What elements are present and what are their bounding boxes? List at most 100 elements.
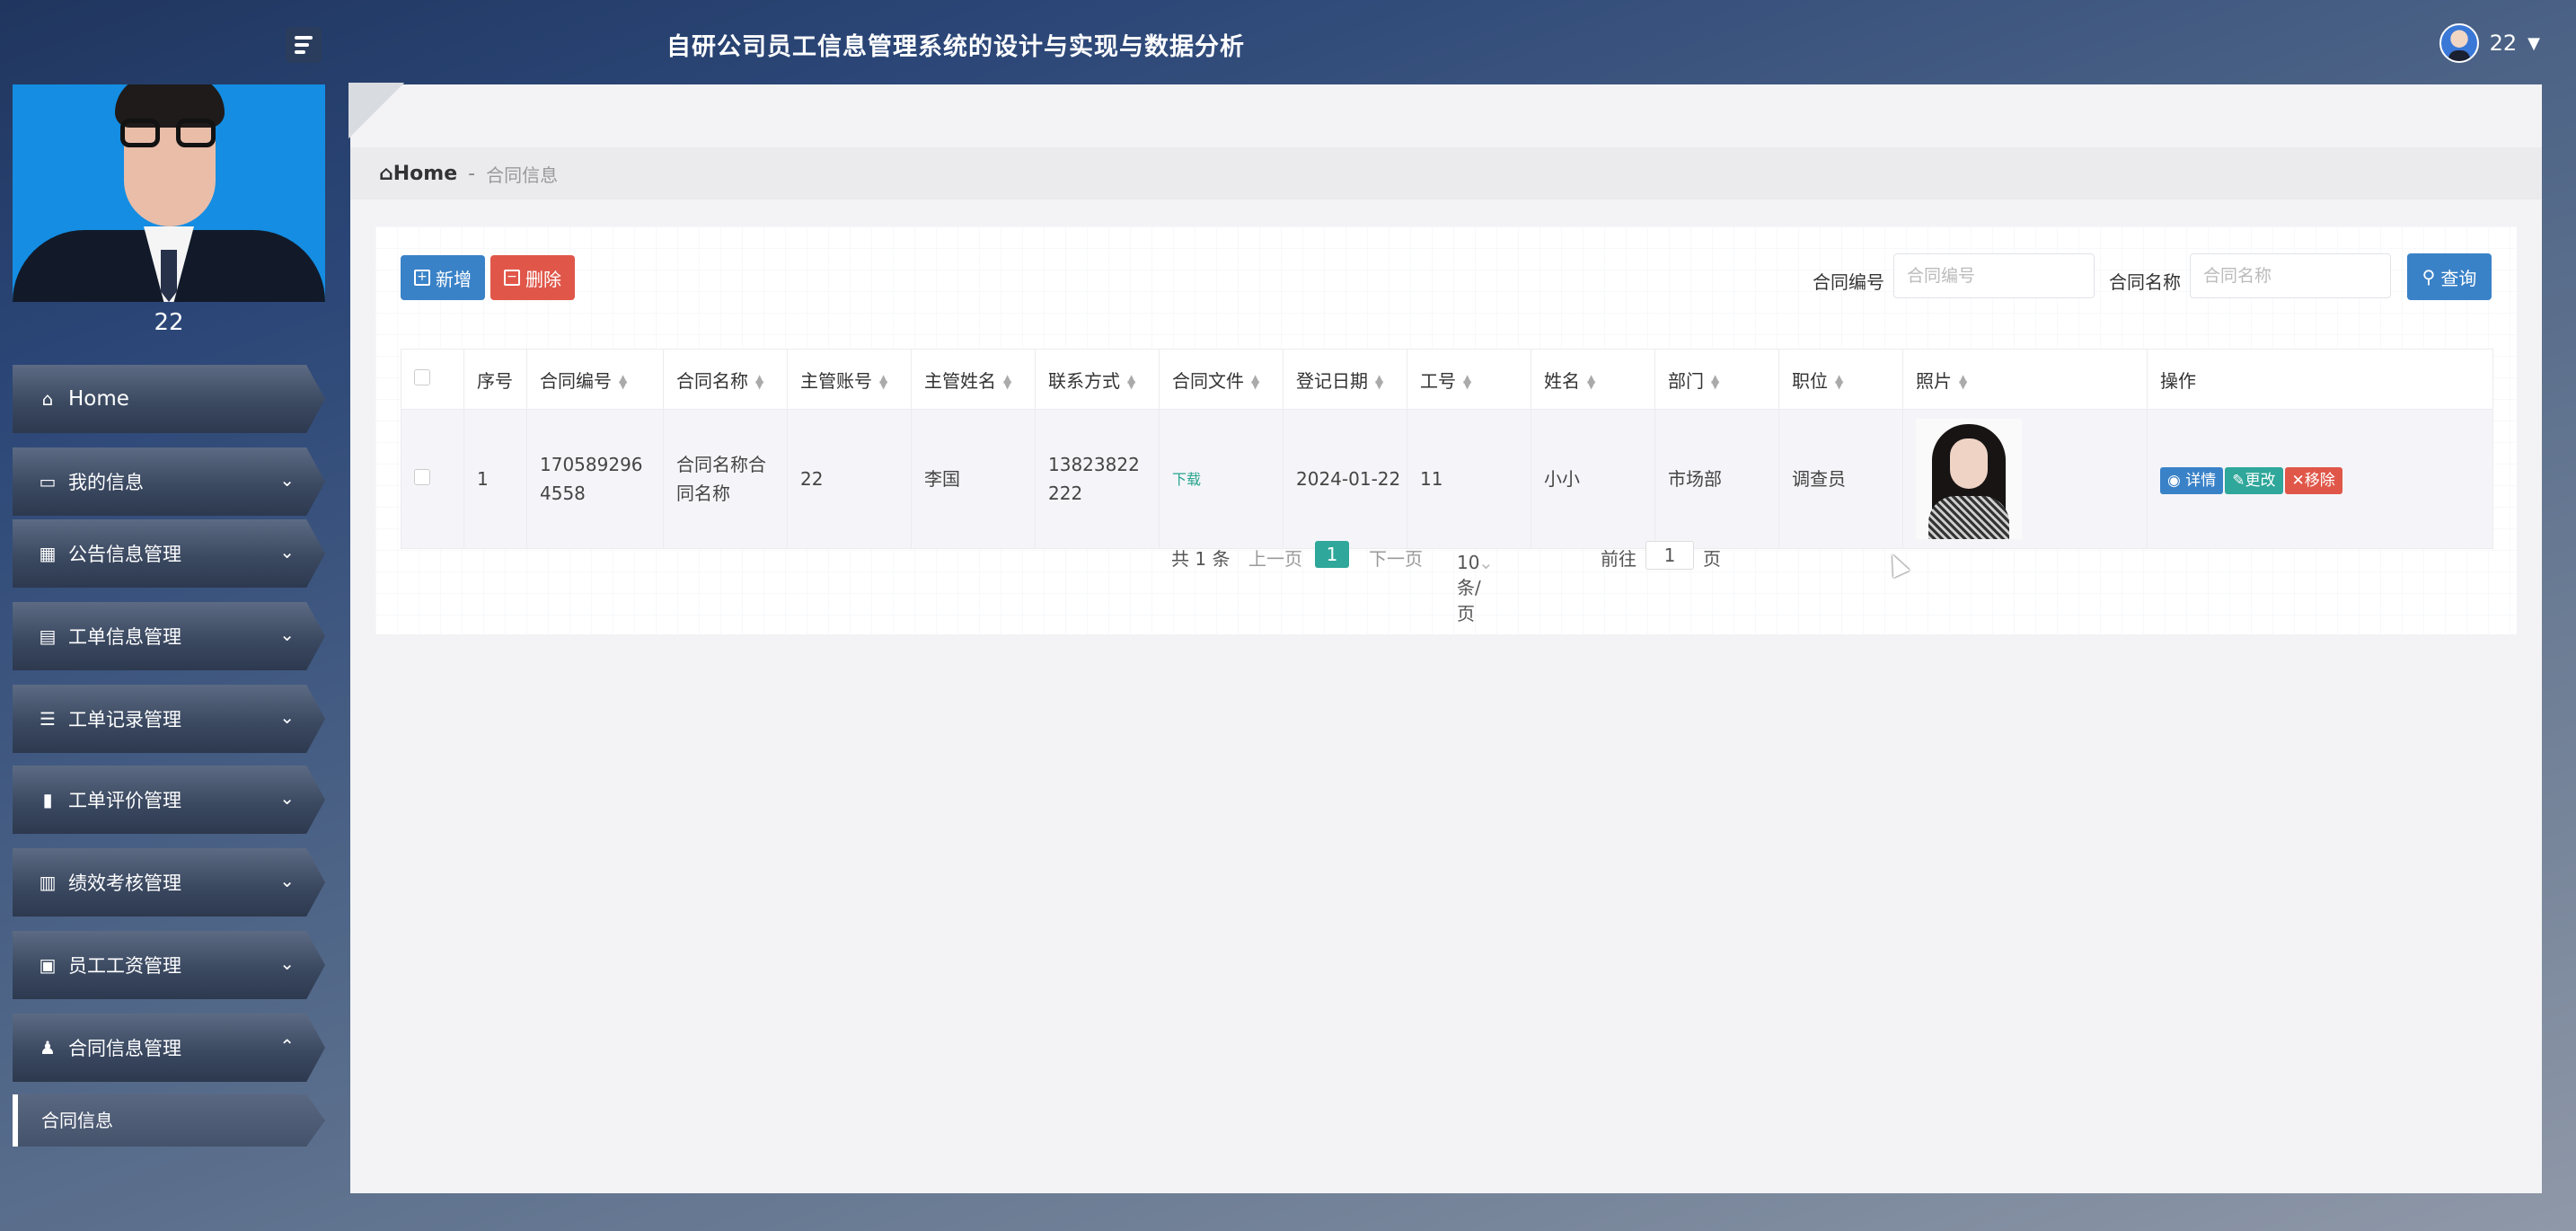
download-link[interactable]: 下载 — [1172, 471, 1201, 488]
sidebar-item-label: 我的信息 — [68, 472, 144, 493]
goto-label: 前往 — [1601, 548, 1636, 570]
sidebar-item-notice[interactable]: ▦ 公告信息管理 ⌄ — [13, 519, 325, 588]
query-button[interactable]: ⚲ 查询 — [2407, 253, 2492, 300]
plus-square-icon: + — [414, 270, 430, 286]
main-content: ⌂Home - 合同信息 + 新增 − 删除 合同编号 合同编号 合同名称 合同… — [348, 83, 2542, 1193]
sort-icon: ▲ ▼ — [1003, 372, 1012, 391]
cell-manager-name: 李国 — [911, 409, 1036, 549]
search-icon: ⚲ — [2422, 266, 2436, 288]
sidebar-item-performance[interactable]: ▥ 绩效考核管理 ⌄ — [13, 848, 325, 917]
sidebar-item-label: 工单记录管理 — [68, 709, 181, 731]
prev-page-button[interactable]: 上一页 — [1248, 545, 1302, 571]
sidebar-item-label: Home — [68, 387, 129, 411]
contract-name-input[interactable]: 合同名称 — [2190, 253, 2391, 298]
select-all-checkbox[interactable] — [401, 349, 464, 410]
user-icon: ♟ — [40, 1037, 56, 1058]
goto-page-input[interactable]: 1 — [1645, 541, 1694, 570]
cell-contract-no: 1705892964558 — [526, 409, 664, 549]
sidebar: 22 ⌂ Home ▭ 我的信息 ⌄ ▦ 公告信息管理 ⌄ ▤ 工单信息管理 ⌄… — [0, 84, 341, 1231]
col-manager-name[interactable]: 主管姓名 ▲ ▼ — [911, 349, 1036, 410]
col-contact[interactable]: 联系方式 ▲ ▼ — [1035, 349, 1160, 410]
row-checkbox[interactable] — [401, 409, 464, 549]
sidebar-item-my-info[interactable]: ▭ 我的信息 ⌄ — [13, 447, 325, 516]
wallet-icon: ▣ — [39, 954, 57, 976]
app-title: 自研公司员工信息管理系统的设计与实现与数据分析 — [666, 33, 1245, 61]
cell-emp-no: 11 — [1407, 409, 1531, 549]
col-file[interactable]: 合同文件 ▲ ▼ — [1159, 349, 1284, 410]
book-icon: ▮ — [42, 789, 53, 810]
cell-date: 2024-01-22 — [1283, 409, 1407, 549]
col-contract-name[interactable]: 合同名称 ▲ ▼ — [663, 349, 788, 410]
home-icon: ⌂ — [41, 388, 54, 410]
contract-table: 序号 合同编号 ▲ ▼ 合同名称 ▲ ▼ 主管账号 ▲ ▼ 主管姓名 ▲ ▼ 联系方式 ▲ ▼ 合同… — [401, 349, 2493, 549]
chevron-down-icon: ⌄ — [279, 952, 295, 974]
bar-chart-icon: ▥ — [39, 872, 57, 893]
profile-photo — [13, 84, 325, 302]
cell-dept: 市场部 — [1654, 409, 1779, 549]
cell-photo — [1902, 409, 2148, 549]
sidebar-item-workorder-review[interactable]: ▮ 工单评价管理 ⌄ — [13, 766, 325, 834]
pagination-total: 共 1 条 — [1171, 548, 1231, 570]
sidebar-item-label: 合同信息管理 — [68, 1038, 181, 1059]
col-actions: 操作 — [2147, 349, 2493, 410]
contract-no-input[interactable]: 合同编号 — [1893, 253, 2095, 298]
breadcrumb-home[interactable]: ⌂Home — [379, 163, 457, 185]
cell-index: 1 — [463, 409, 527, 549]
contract-no-label: 合同编号 — [1813, 271, 1884, 293]
profile-name: 22 — [154, 309, 184, 336]
grid-icon: ▦ — [39, 543, 57, 564]
cell-file: 下载 — [1159, 409, 1284, 549]
close-icon: ✕ — [2291, 471, 2305, 490]
sidebar-subitem-contract-info[interactable]: 合同信息 — [13, 1094, 325, 1147]
col-photo[interactable]: 照片 ▲ ▼ — [1902, 349, 2148, 410]
col-date[interactable]: 登记日期 ▲ ▼ — [1283, 349, 1407, 410]
contract-name-label: 合同名称 — [2109, 271, 2181, 293]
sidebar-item-home[interactable]: ⌂ Home — [13, 365, 325, 433]
user-name[interactable]: 22 — [2490, 31, 2518, 56]
chevron-down-icon: ⌄ — [279, 870, 295, 891]
home-icon: ⌂ — [379, 162, 393, 185]
edit-button[interactable]: ✎更改 — [2225, 466, 2283, 494]
eye-icon: ◉ — [2167, 471, 2181, 490]
sidebar-item-contract[interactable]: ♟ 合同信息管理 ⌃ — [13, 1014, 325, 1082]
col-index: 序号 — [463, 349, 527, 410]
cell-manager-account: 22 — [787, 409, 912, 549]
col-manager-account[interactable]: 主管账号 ▲ ▼ — [787, 349, 912, 410]
chevron-down-icon: ⌄ — [279, 706, 295, 728]
caret-down-icon[interactable]: ▼ — [2527, 34, 2540, 53]
clipboard-icon: ▤ — [39, 625, 57, 647]
breadcrumb: ⌂Home - 合同信息 — [350, 147, 2542, 199]
cell-position: 调查员 — [1778, 409, 1903, 549]
detail-button[interactable]: ◉ 详情 — [2160, 466, 2224, 494]
col-name[interactable]: 姓名 ▲ ▼ — [1531, 349, 1655, 410]
sidebar-item-salary[interactable]: ▣ 员工工资管理 ⌄ — [13, 931, 325, 999]
sidebar-item-workorder[interactable]: ▤ 工单信息管理 ⌄ — [13, 602, 325, 670]
table-header-row: 序号 合同编号 ▲ ▼ 合同名称 ▲ ▼ 主管账号 ▲ ▼ 主管姓名 ▲ ▼ 联系方式 ▲ ▼ 合同… — [401, 349, 2493, 410]
col-contract-no[interactable]: 合同编号 ▲ ▼ — [526, 349, 664, 410]
add-button[interactable]: + 新增 — [401, 255, 485, 300]
sidebar-item-label: 员工工资管理 — [68, 955, 181, 977]
cell-actions: ◉ 详情 ✎更改 ✕移除 — [2147, 409, 2493, 549]
col-position[interactable]: 职位 ▲ ▼ — [1778, 349, 1903, 410]
cell-name: 小小 — [1531, 409, 1655, 549]
employee-photo[interactable] — [1916, 419, 2022, 539]
page-corner-fold — [348, 83, 404, 138]
breadcrumb-current: 合同信息 — [486, 164, 559, 186]
page-number-current[interactable]: 1 — [1315, 541, 1349, 568]
pagination: 共 1 条 上一页 1 下一页 10条/页 ⌄ 前往 1 页 — [350, 537, 2542, 624]
next-page-button[interactable]: 下一页 — [1369, 545, 1423, 571]
chevron-down-icon: ⌄ — [279, 469, 295, 491]
menu-toggle-icon[interactable] — [286, 27, 322, 63]
delete-button[interactable]: − 删除 — [490, 255, 575, 300]
col-dept[interactable]: 部门 ▲ ▼ — [1654, 349, 1779, 410]
avatar[interactable] — [2439, 23, 2479, 63]
chevron-down-icon: ⌄ — [279, 787, 295, 809]
cell-contract-name: 合同名称合同名称 — [663, 409, 788, 549]
sidebar-item-label: 公告信息管理 — [68, 544, 181, 565]
col-emp-no[interactable]: 工号 ▲ ▼ — [1407, 349, 1531, 410]
sidebar-item-workorder-record[interactable]: ☰ 工单记录管理 ⌄ — [13, 685, 325, 753]
remove-button[interactable]: ✕移除 — [2284, 466, 2342, 494]
chevron-down-icon: ⌄ — [1478, 552, 1494, 573]
user-menu[interactable]: 22 ▼ — [2439, 23, 2540, 63]
goto-unit: 页 — [1703, 548, 1721, 570]
